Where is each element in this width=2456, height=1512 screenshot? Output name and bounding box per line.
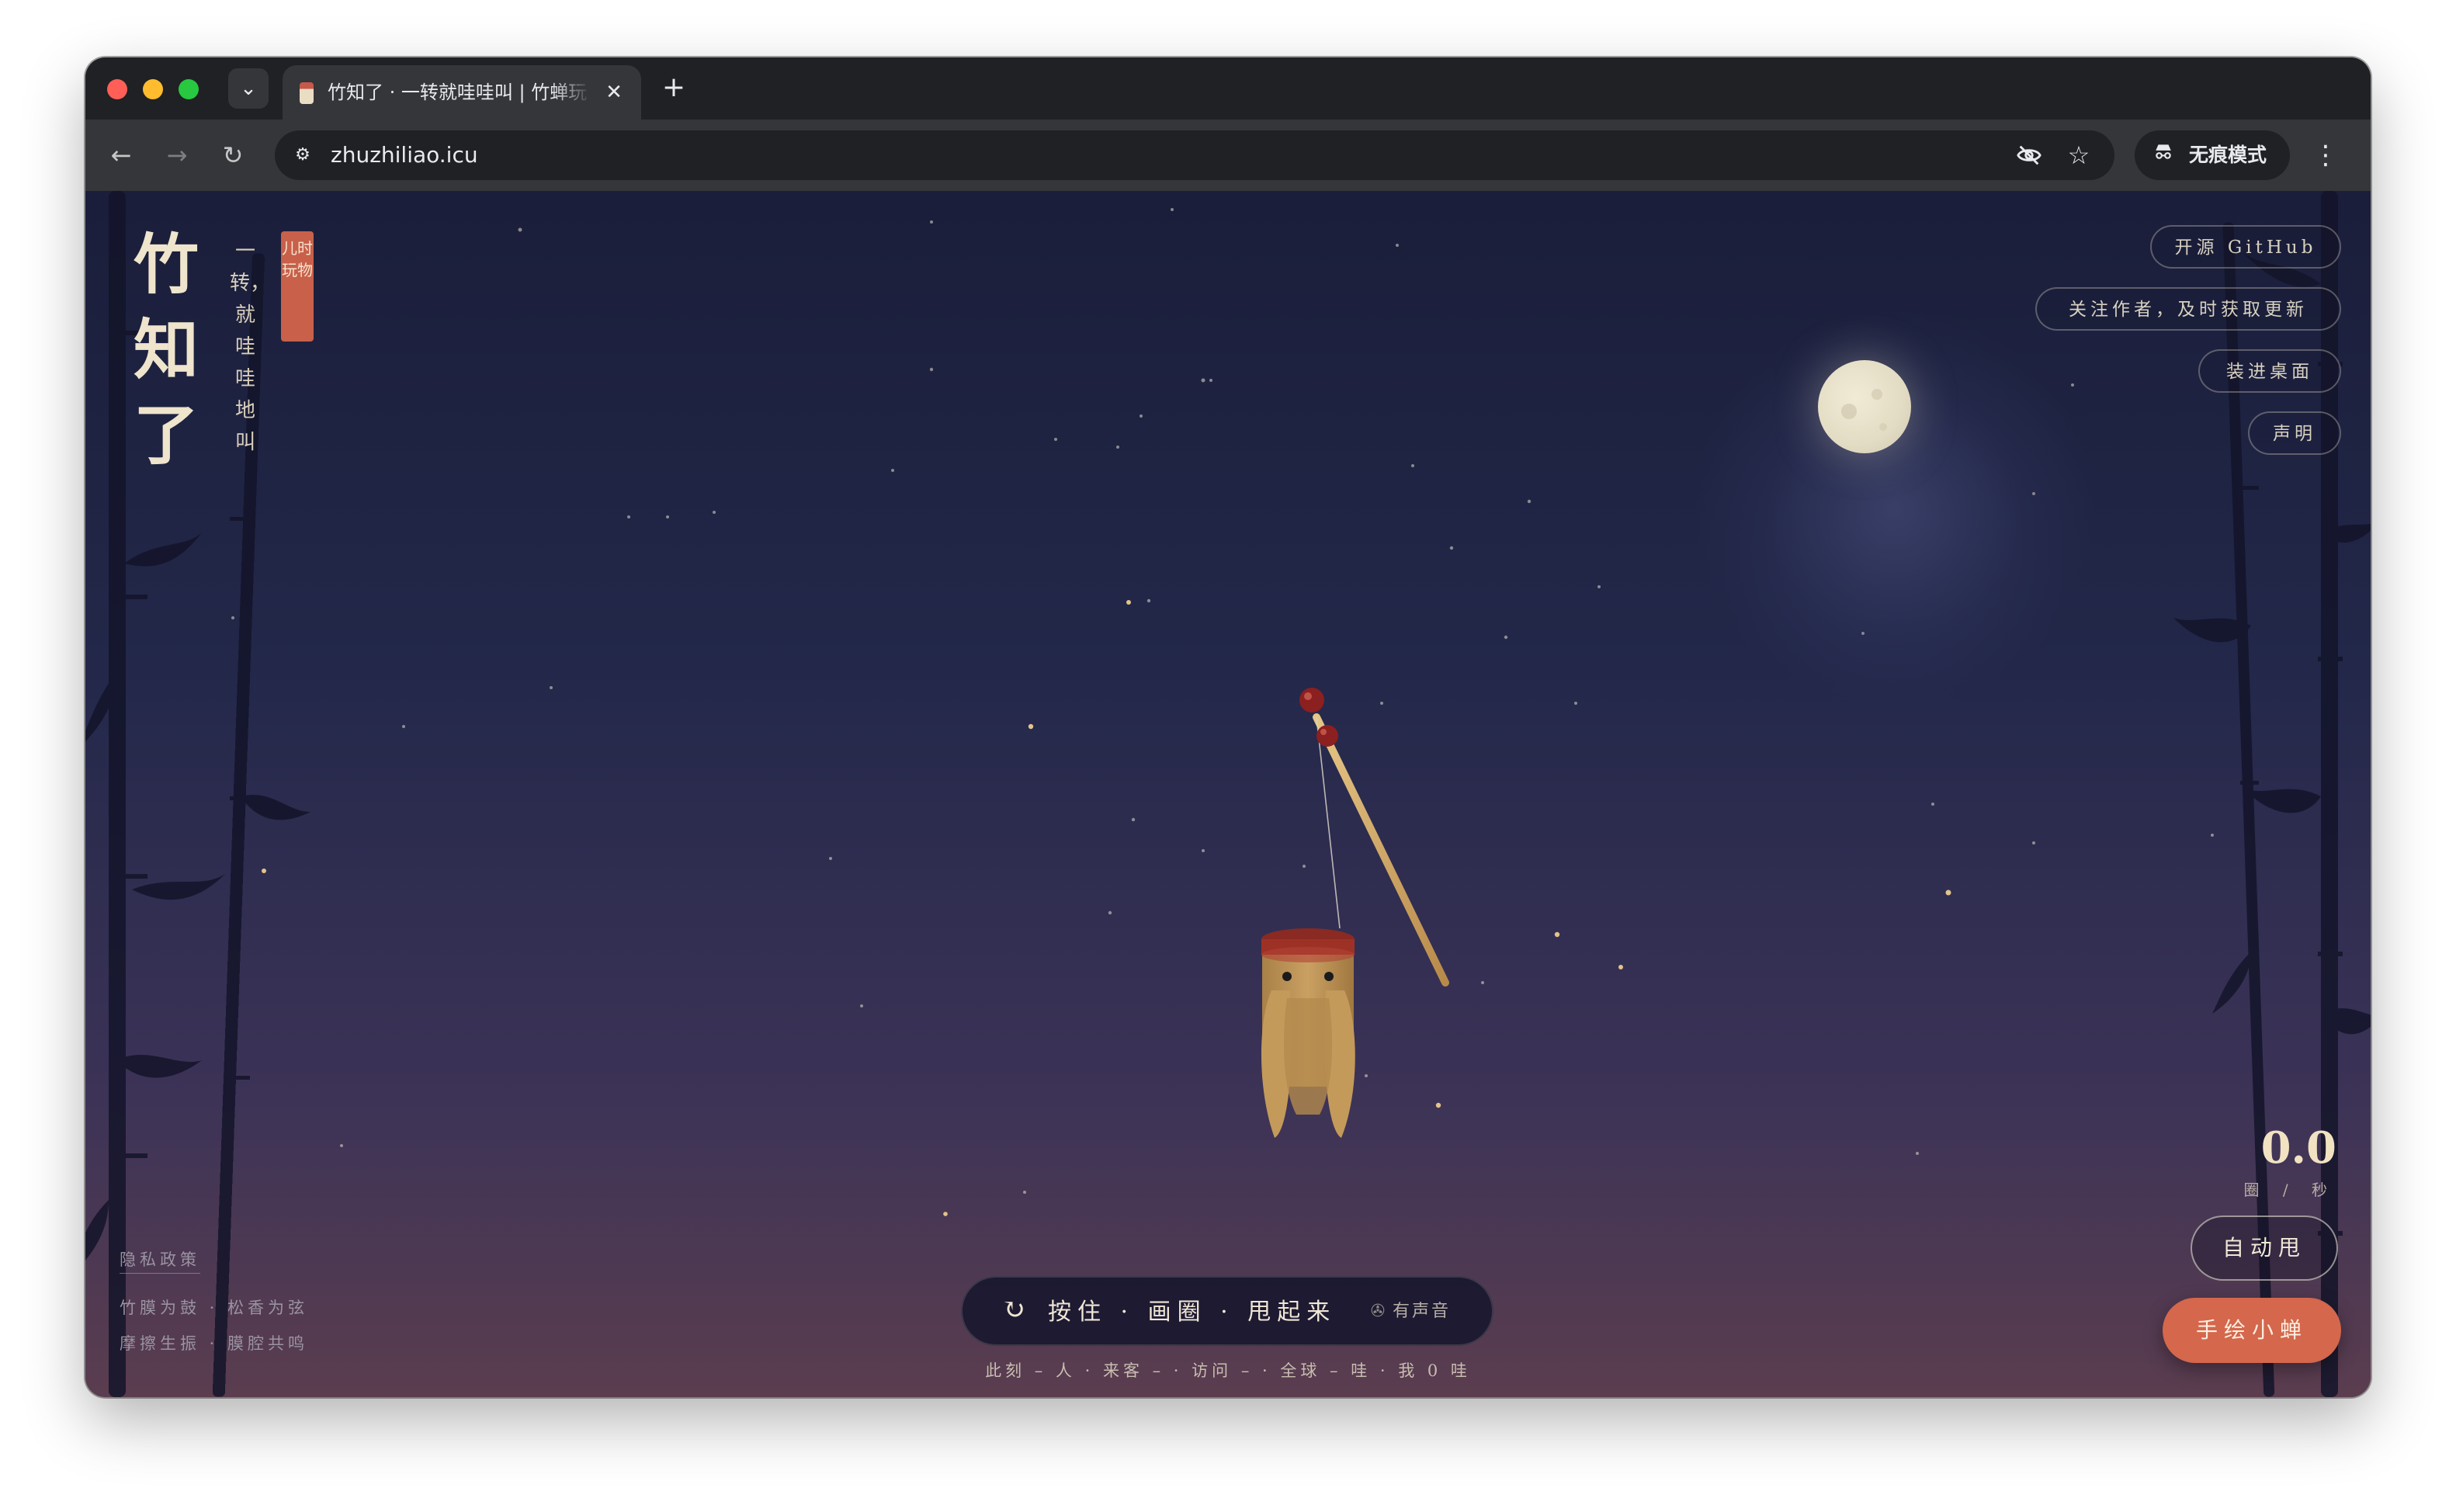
browser-window: ⌄ 竹知了 · 一转就哇哇叫 | 竹蝉玩 ✕ + ← → ↻ ⚙ zhuzhil… — [85, 57, 2371, 1397]
favicon-icon — [300, 82, 314, 104]
tab-search-icon[interactable]: ⌄ — [228, 68, 269, 109]
site-title: 竹 知 了 — [129, 222, 203, 478]
more-menu-icon[interactable]: ⋮ — [2310, 135, 2341, 175]
incognito-label: 无痕模式 — [2189, 144, 2267, 166]
browser-toolbar: ← → ↻ ⚙ zhuzhiliao.icu ☆ 无痕模式 ⋮ — [85, 120, 2371, 191]
speed-value: 0.0 — [2260, 1122, 2336, 1174]
draw-cicada-button[interactable]: 手绘小蝉 — [2163, 1298, 2341, 1363]
spin-control-bar[interactable]: ↻ 按住 · 画圈 · 甩起来 ✇ 有声音 — [961, 1276, 1493, 1346]
minimize-window-button[interactable] — [143, 79, 163, 99]
incognito-icon — [2153, 141, 2173, 169]
follow-author-button[interactable]: 关注作者，及时获取更新 — [2035, 287, 2341, 331]
speed-unit: 圈 / 秒 — [2243, 1181, 2336, 1199]
close-window-button[interactable] — [107, 79, 127, 99]
rotate-icon: ↻ — [1001, 1294, 1026, 1326]
moon-craters — [1841, 389, 1887, 431]
seal-badge: 儿时玩物 — [281, 231, 314, 342]
install-desktop-button[interactable]: 装进桌面 — [2198, 349, 2341, 393]
tab-title: 竹知了 · 一转就哇哇叫 | 竹蝉玩 — [328, 81, 588, 103]
sound-toggle-label[interactable]: 有声音 — [1393, 1296, 1451, 1327]
title-char: 竹 — [133, 226, 199, 303]
eye-off-icon[interactable] — [2014, 140, 2045, 171]
vertical-subtitle: 一转，就哇哇地叫 — [230, 240, 271, 454]
moon — [1818, 360, 1911, 453]
bamboo-cicada-toy[interactable] — [1157, 657, 1467, 1200]
star-icon[interactable]: ☆ — [2063, 140, 2094, 171]
visitor-stats: 此刻 – 人 · 来客 – · 访问 – · 全球 – 哇 · 我 0 哇 — [985, 1361, 1471, 1380]
address-bar[interactable]: ⚙ zhuzhiliao.icu ☆ — [275, 130, 2114, 180]
incognito-indicator[interactable]: 无痕模式 — [2135, 130, 2290, 180]
reload-icon[interactable]: ↻ — [213, 135, 253, 175]
auto-spin-button[interactable]: 自动甩 — [2191, 1215, 2338, 1281]
site-settings-icon[interactable]: ⚙ — [287, 140, 318, 171]
url-text[interactable]: zhuzhiliao.icu — [331, 141, 478, 169]
forward-arrow-icon[interactable]: → — [157, 135, 197, 175]
footer-line: 竹膜为鼓 · 松香为弦 — [120, 1299, 309, 1317]
footer-line: 摩擦生振 · 膜腔共鸣 — [120, 1334, 309, 1353]
control-instructions: 按住 · 画圈 · 甩起来 — [1048, 1299, 1337, 1326]
tab-strip: ⌄ 竹知了 · 一转就哇哇叫 | 竹蝉玩 ✕ + — [85, 57, 2371, 120]
tab-close-icon[interactable]: ✕ — [599, 78, 629, 107]
back-arrow-icon[interactable]: ← — [101, 135, 141, 175]
sound-icon[interactable]: ✇ — [1366, 1296, 1389, 1327]
maximize-window-button[interactable] — [179, 79, 199, 99]
page-content: 竹 知 了 一转，就哇哇地叫 儿时玩物 开源 GitHub 关注作者，及时获取更… — [85, 191, 2371, 1397]
disclaimer-button[interactable]: 声明 — [2248, 411, 2341, 455]
github-button[interactable]: 开源 GitHub — [2150, 225, 2341, 269]
active-tab[interactable]: 竹知了 · 一转就哇哇叫 | 竹蝉玩 ✕ — [283, 65, 641, 120]
privacy-policy-link[interactable]: 隐私政策 — [120, 1247, 200, 1274]
title-char: 了 — [133, 397, 199, 473]
new-tab-button[interactable]: + — [655, 70, 692, 107]
title-char: 知 — [133, 311, 199, 388]
